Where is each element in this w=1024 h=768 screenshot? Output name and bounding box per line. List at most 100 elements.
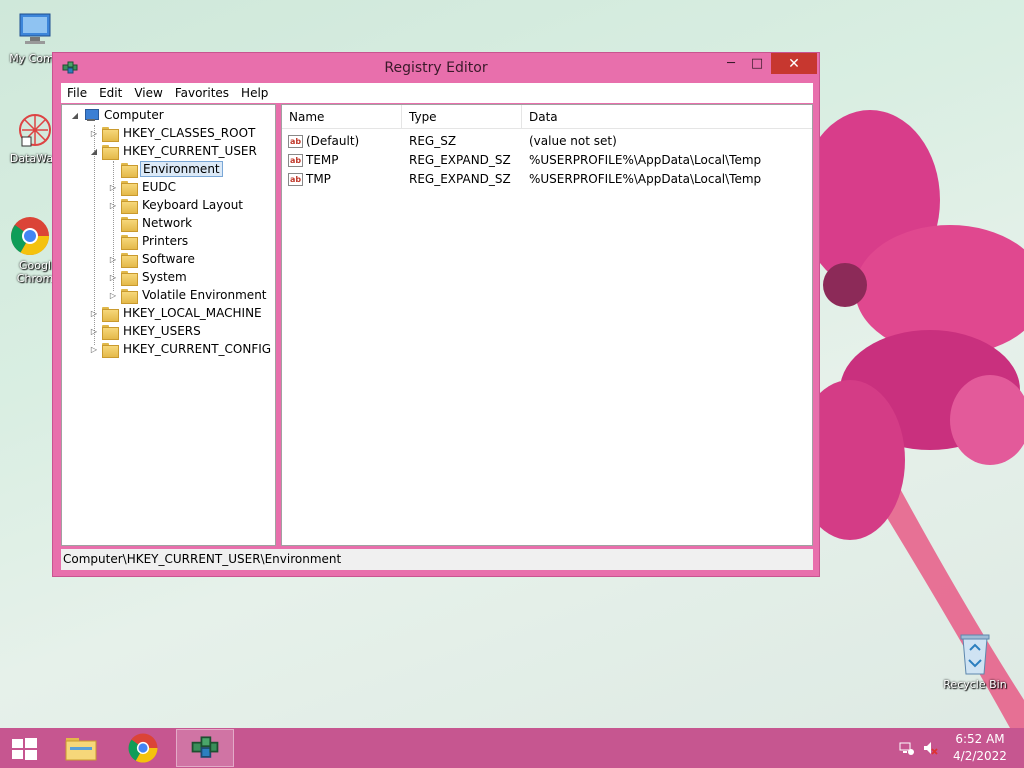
column-header-name[interactable]: Name bbox=[282, 105, 402, 129]
clock-time: 6:52 AM bbox=[955, 732, 1005, 746]
close-button[interactable]: ✕ bbox=[771, 53, 817, 74]
chrome-icon bbox=[128, 733, 158, 763]
maximize-button[interactable]: □ bbox=[744, 53, 770, 74]
folder-icon bbox=[121, 270, 138, 286]
status-bar: Computer\HKEY_CURRENT_USER\Environment bbox=[61, 549, 813, 570]
expand-arrow-icon[interactable]: ▷ bbox=[108, 273, 118, 282]
tree-item-network[interactable]: Network bbox=[108, 214, 194, 232]
string-value-icon: ab bbox=[288, 134, 303, 148]
folder-icon bbox=[121, 234, 138, 250]
collapse-arrow-icon[interactable]: ◢ bbox=[70, 111, 80, 120]
expand-arrow-icon[interactable]: ▷ bbox=[108, 255, 118, 264]
value-name: (Default) bbox=[306, 133, 360, 148]
title-bar[interactable]: Registry Editor ─ □ ✕ bbox=[53, 53, 819, 83]
network-icon[interactable] bbox=[898, 740, 914, 756]
taskbar-chrome[interactable] bbox=[114, 729, 172, 767]
folder-icon bbox=[102, 306, 119, 322]
tree-item-label: System bbox=[142, 270, 187, 284]
registry-editor-icon bbox=[191, 736, 219, 758]
collapse-arrow-icon[interactable]: ◢ bbox=[89, 147, 99, 156]
taskbar: 6:52 AM 4/2/2022 bbox=[0, 728, 1024, 768]
expand-arrow-icon[interactable]: ▷ bbox=[108, 291, 118, 300]
folder-icon bbox=[102, 324, 119, 340]
tree-item-label: Keyboard Layout bbox=[142, 198, 244, 212]
recycle-bin-icon bbox=[960, 634, 990, 675]
tree-item-label: Printers bbox=[142, 234, 189, 248]
chrome-icon bbox=[10, 217, 50, 256]
tree-item-hkey-current-config[interactable]: ▷ HKEY_CURRENT_CONFIG bbox=[89, 340, 273, 358]
tree-item-label: EUDC bbox=[142, 180, 176, 194]
tree-item-hkey-current-user[interactable]: ◢ HKEY_CURRENT_USER bbox=[89, 142, 259, 160]
expand-arrow-icon[interactable]: ▷ bbox=[108, 183, 118, 192]
string-value-icon: ab bbox=[288, 172, 303, 186]
tree-item-label: Computer bbox=[104, 108, 164, 122]
menu-help[interactable]: Help bbox=[235, 83, 274, 103]
column-header-data[interactable]: Data bbox=[522, 105, 812, 129]
desktop-icon-google-chrome[interactable]: Googl Chrom bbox=[0, 215, 60, 285]
tree-item-label: Volatile Environment bbox=[142, 288, 267, 302]
datawag-icon bbox=[19, 114, 51, 147]
tree-item-label: HKEY_LOCAL_MACHINE bbox=[123, 306, 262, 320]
desktop-icon-label: Recycle Bin bbox=[943, 678, 1007, 691]
folder-icon bbox=[121, 252, 138, 268]
tree-item-label: HKEY_CURRENT_USER bbox=[123, 144, 257, 158]
column-header-type[interactable]: Type bbox=[402, 105, 522, 129]
value-data: %USERPROFILE%\AppData\Local\Temp bbox=[529, 152, 762, 167]
expand-arrow-icon[interactable]: ▷ bbox=[89, 327, 99, 336]
value-type: REG_SZ bbox=[409, 133, 457, 148]
value-name: TMP bbox=[306, 171, 331, 186]
taskbar-clock[interactable]: 6:52 AM 4/2/2022 bbox=[950, 731, 1010, 765]
value-name: TEMP bbox=[306, 152, 339, 167]
tree-item-label: Environment bbox=[140, 161, 223, 177]
tree-item-volatile-environment[interactable]: ▷ Volatile Environment bbox=[108, 286, 269, 304]
string-value-icon: ab bbox=[288, 153, 303, 167]
value-row[interactable]: ab (Default) REG_SZ (value not set) bbox=[282, 131, 812, 150]
menu-favorites[interactable]: Favorites bbox=[169, 83, 235, 103]
tree-item-hkey-local-machine[interactable]: ▷ HKEY_LOCAL_MACHINE bbox=[89, 304, 264, 322]
menu-file[interactable]: File bbox=[61, 83, 93, 103]
start-button[interactable] bbox=[10, 737, 38, 761]
volume-muted-icon[interactable] bbox=[922, 740, 938, 756]
tree-item-label: HKEY_CLASSES_ROOT bbox=[123, 126, 256, 140]
tree-item-label: Software bbox=[142, 252, 195, 266]
registry-editor-window[interactable]: Registry Editor ─ □ ✕ File Edit View Fav… bbox=[52, 52, 820, 577]
minimize-button[interactable]: ─ bbox=[718, 53, 744, 74]
tree-item-keyboard-layout[interactable]: ▷ Keyboard Layout bbox=[108, 196, 245, 214]
expand-arrow-icon[interactable]: ▷ bbox=[89, 309, 99, 318]
value-row[interactable]: ab TEMP REG_EXPAND_SZ %USERPROFILE%\AppDa… bbox=[282, 150, 812, 169]
folder-open-icon bbox=[121, 162, 138, 178]
tree-item-software[interactable]: ▷ Software bbox=[108, 250, 197, 268]
tree-item-hkey-users[interactable]: ▷ HKEY_USERS bbox=[89, 322, 203, 340]
expand-arrow-icon[interactable]: ▷ bbox=[89, 345, 99, 354]
menu-edit[interactable]: Edit bbox=[93, 83, 128, 103]
key-tree-pane[interactable]: ◢ Computer ▷ HKEY_CLASSES_ROOT ◢ HKEY_CU… bbox=[61, 104, 276, 546]
taskbar-file-explorer[interactable] bbox=[52, 729, 110, 767]
tree-item-label: HKEY_USERS bbox=[123, 324, 201, 338]
list-header: Name Type Data bbox=[282, 105, 812, 129]
tree-item-printers[interactable]: Printers bbox=[108, 232, 190, 250]
menu-bar: File Edit View Favorites Help bbox=[61, 83, 813, 103]
folder-icon bbox=[121, 198, 138, 214]
folder-icon bbox=[102, 126, 119, 142]
values-list-pane[interactable]: Name Type Data ab (Default) REG_SZ (value… bbox=[281, 104, 813, 546]
taskbar-registry-editor[interactable] bbox=[176, 729, 234, 767]
tree-item-label: Network bbox=[142, 216, 193, 230]
computer-icon bbox=[19, 13, 51, 44]
folder-icon bbox=[121, 216, 138, 232]
folder-icon bbox=[102, 342, 119, 358]
value-row[interactable]: ab TMP REG_EXPAND_SZ %USERPROFILE%\AppDat… bbox=[282, 169, 812, 188]
value-data: (value not set) bbox=[529, 133, 617, 148]
tree-item-eudc[interactable]: ▷ EUDC bbox=[108, 178, 178, 196]
tree-item-system[interactable]: ▷ System bbox=[108, 268, 189, 286]
tree-item-environment[interactable]: Environment bbox=[108, 160, 223, 178]
window-title: Registry Editor bbox=[384, 60, 488, 76]
desktop-icon-recycle-bin[interactable]: Recycle Bin bbox=[940, 630, 1010, 691]
tree-item-hkey-classes-root[interactable]: ▷ HKEY_CLASSES_ROOT bbox=[89, 124, 257, 142]
expand-arrow-icon[interactable]: ▷ bbox=[89, 129, 99, 138]
menu-view[interactable]: View bbox=[128, 83, 168, 103]
tree-item-computer[interactable]: ◢ Computer bbox=[70, 106, 166, 124]
folder-icon bbox=[121, 288, 138, 304]
folder-icon bbox=[121, 180, 138, 196]
clock-date: 4/2/2022 bbox=[953, 749, 1007, 763]
expand-arrow-icon[interactable]: ▷ bbox=[108, 201, 118, 210]
